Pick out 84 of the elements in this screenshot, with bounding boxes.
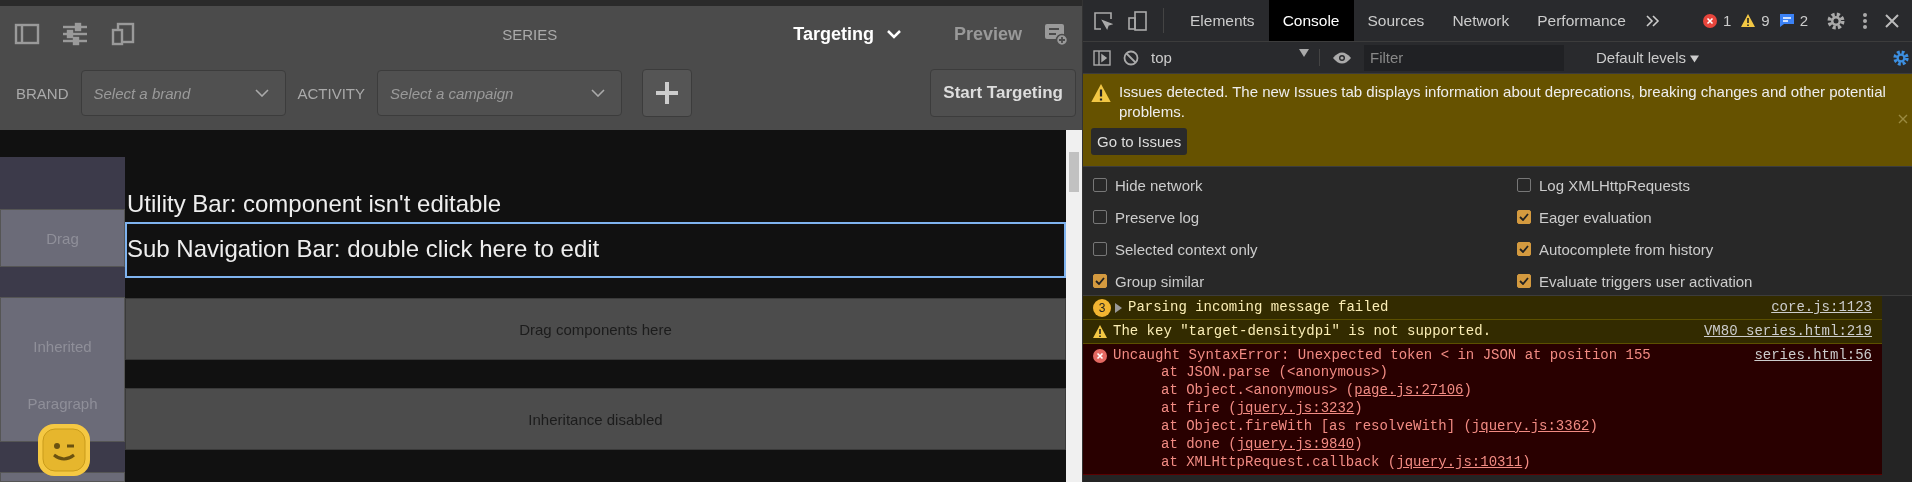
clear-icon[interactable] <box>1123 49 1139 66</box>
warning-icon <box>1091 84 1111 102</box>
sidebar-toggle-icon[interactable] <box>1093 49 1111 66</box>
checkbox-label[interactable]: Eager evaluation <box>1539 208 1652 226</box>
source-link[interactable]: jquery.js:9840 <box>1236 436 1355 452</box>
count-badge: 3 <box>1093 298 1111 317</box>
component-label[interactable]: Utility Bar: component isn't editable <box>125 182 504 222</box>
warning-count[interactable]: 9 <box>1761 12 1770 29</box>
stack-line: at done (jquery.js:9840) <box>1160 435 1364 453</box>
console-message: Uncaught SyntaxError: Unexpected token < in JSON at position 155 <box>1113 347 1652 363</box>
devices-icon[interactable] <box>110 22 136 46</box>
more-tabs-icon[interactable] <box>1645 14 1660 27</box>
source-link[interactable]: page.js:27106 <box>1354 382 1464 398</box>
checkbox-label[interactable]: Selected context only <box>1115 240 1258 258</box>
info-count[interactable]: 2 <box>1799 12 1808 29</box>
more-icon[interactable] <box>1862 10 1868 31</box>
filter-field[interactable]: Filter <box>1364 44 1564 71</box>
smiley-icon[interactable] <box>36 422 92 478</box>
page-title: SERIES <box>501 25 559 43</box>
close-icon[interactable] <box>1884 12 1900 29</box>
error-count[interactable]: 1 <box>1722 12 1732 29</box>
stack-line: at Object.<anonymous> (page.js:27106) <box>1160 381 1473 399</box>
checkbox[interactable] <box>1093 274 1107 288</box>
chevron-down-icon[interactable] <box>885 29 902 39</box>
scrollbar[interactable] <box>1066 130 1082 482</box>
checkbox[interactable] <box>1517 178 1531 192</box>
warning-icon <box>1741 14 1756 27</box>
context-dropdown[interactable]: top <box>1151 49 1320 66</box>
sliders-icon[interactable] <box>62 22 88 46</box>
source-link[interactable]: series.html:56 <box>1754 347 1872 363</box>
message-icon <box>1779 14 1794 27</box>
filter-label: ACTIVITY <box>297 84 366 102</box>
checkbox[interactable] <box>1517 274 1531 288</box>
checkbox-label[interactable]: Autocomplete from history <box>1539 240 1714 258</box>
devtools-tab[interactable]: Elements <box>1176 0 1269 41</box>
checkbox[interactable] <box>1093 178 1107 192</box>
devtools-tab[interactable]: Performance <box>1523 0 1640 41</box>
go-to-issues-button[interactable]: Go to Issues <box>1091 128 1188 155</box>
plus-icon[interactable] <box>654 80 681 106</box>
expand-icon[interactable] <box>1115 302 1122 313</box>
stack-line: at XMLHttpRequest.callback (jquery.js:10311) <box>1160 453 1532 471</box>
source-link[interactable]: VM80 series.html:219 <box>1703 323 1872 339</box>
error-icon <box>1093 348 1107 363</box>
checkbox[interactable] <box>1093 242 1107 256</box>
stack-line: at fire (jquery.js:3232) <box>1160 399 1364 417</box>
chevron-down-icon[interactable] <box>254 89 269 97</box>
source-link[interactable]: jquery.js:10311 <box>1396 454 1523 470</box>
sidebar-icon[interactable] <box>14 22 40 46</box>
checkbox[interactable] <box>1093 210 1107 224</box>
console-message: Parsing incoming message failed <box>1128 299 1390 315</box>
stack-line: at JSON.parse (<anonymous>) <box>1160 363 1389 381</box>
stack-line: at Object.fireWith [as resolveWith] (jquery.js:3362) <box>1160 417 1599 435</box>
dropdown-arrow-icon[interactable] <box>1299 49 1309 57</box>
levels-dropdown[interactable]: Default levels <box>1596 49 1700 66</box>
checkbox-label[interactable]: Hide network <box>1115 176 1203 194</box>
chevron-down-icon[interactable] <box>591 89 606 97</box>
checkbox-label[interactable]: Preserve log <box>1115 208 1200 226</box>
checkbox[interactable] <box>1517 210 1531 224</box>
source-link[interactable]: jquery.js:3362 <box>1471 418 1590 434</box>
selected-component[interactable]: Sub Navigation Bar: double click here to edit <box>125 222 1066 278</box>
targeting-dropdown[interactable]: Targeting <box>793 23 902 45</box>
issues-banner-text: Issues detected. The new Issues tab displays information about deprecations, breaking changes and other potential problems. <box>1119 82 1887 122</box>
device-toolbar-icon[interactable] <box>1127 10 1147 31</box>
checkbox-label[interactable]: Group similar <box>1115 272 1205 290</box>
settings-icon[interactable] <box>1892 48 1910 67</box>
error-icon <box>1702 13 1717 28</box>
checkbox[interactable] <box>1517 242 1531 256</box>
devtools-tab[interactable]: Console <box>1268 0 1354 41</box>
source-link[interactable]: jquery.js:3232 <box>1236 400 1355 416</box>
devtools-tab[interactable]: Sources <box>1353 0 1439 41</box>
add-button[interactable] <box>642 69 693 117</box>
checkbox-label[interactable]: Log XMLHttpRequests <box>1539 176 1690 194</box>
console-message: The key "target-densitydpi" is not supported. <box>1113 323 1493 339</box>
warning-icon <box>1093 325 1107 338</box>
comment-add-icon[interactable] <box>1044 22 1068 46</box>
filter-label: BRAND <box>16 84 69 102</box>
eye-icon[interactable] <box>1332 50 1352 65</box>
source-link[interactable]: core.js:1123 <box>1771 299 1872 315</box>
dropdown-arrow-icon[interactable] <box>1690 55 1700 63</box>
checkbox-label[interactable]: Evaluate triggers user activation <box>1539 272 1753 290</box>
devtools-tab[interactable]: Network <box>1438 0 1524 41</box>
inspect-icon[interactable] <box>1093 10 1113 31</box>
start-targeting-button[interactable]: Start Targeting <box>930 69 1076 117</box>
settings-icon[interactable] <box>1826 10 1846 31</box>
